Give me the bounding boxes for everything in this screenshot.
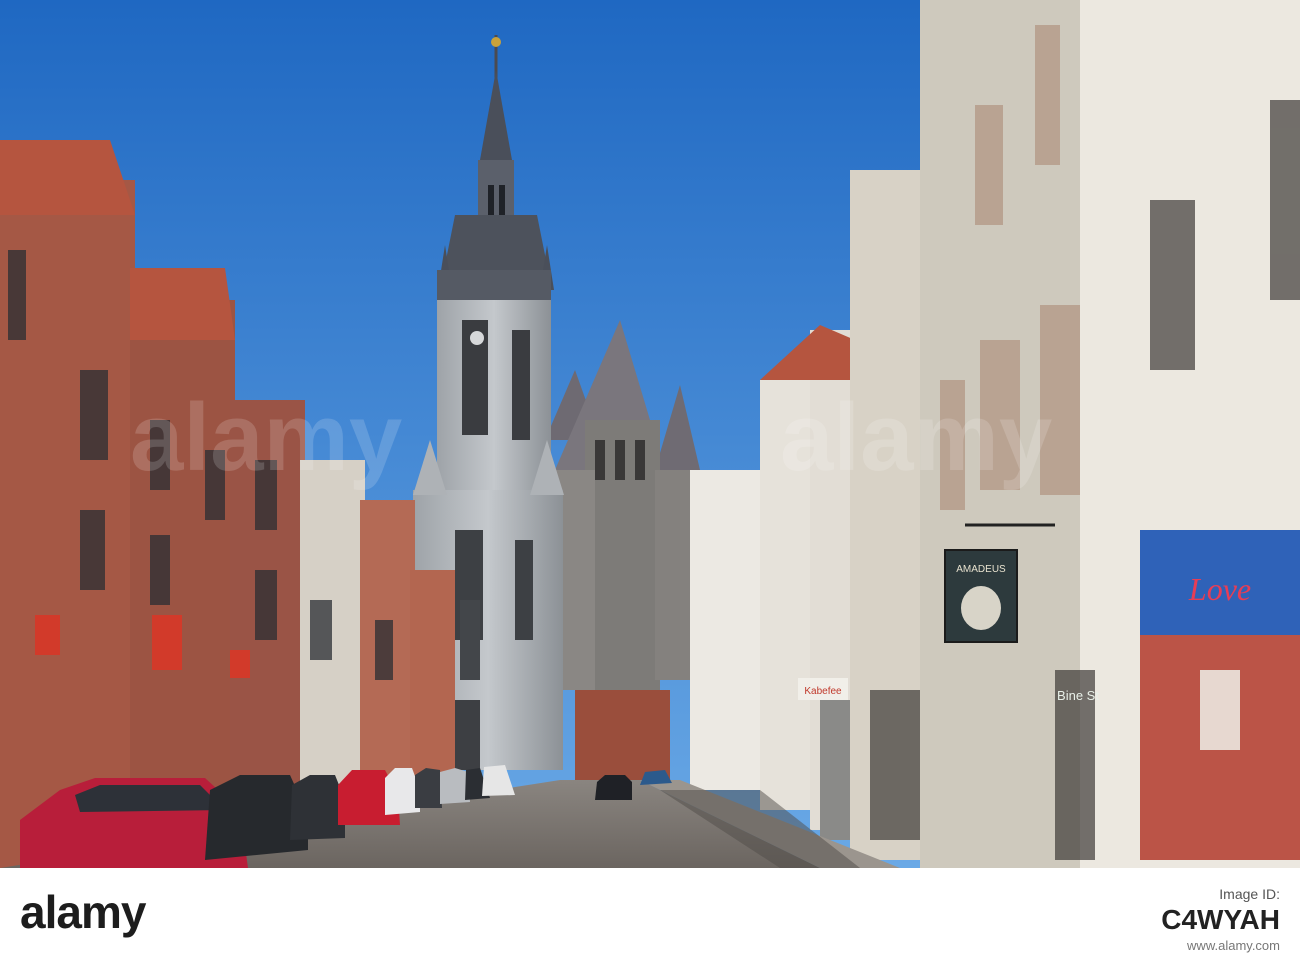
hanging-shop-sign-text: AMADEUS (956, 564, 1006, 575)
post-sign (152, 615, 182, 670)
brand-text: alamy (20, 886, 147, 938)
alamy-logo: alamy (20, 886, 148, 938)
shop-window-text: Bine St (1057, 688, 1099, 703)
post-sign (230, 650, 250, 678)
site-url[interactable]: www.alamy.com (1040, 938, 1280, 953)
footer-bar: alamy Image ID: C4WYAH www.alamy.com (0, 868, 1300, 957)
post-sign (35, 615, 60, 655)
watermark-text: alamy (130, 384, 402, 491)
watermark-text: alamy (780, 384, 1052, 491)
background-building (575, 690, 670, 780)
photo-scene: Love AMADEUS Kabefee Bine St alamy alamy (0, 0, 1300, 868)
image-id-label: Image ID: (1219, 886, 1280, 902)
shop-banner-text: Love (1188, 571, 1251, 607)
image-id: C4WYAH (1161, 904, 1280, 935)
car-black (290, 775, 345, 840)
car-dark (415, 768, 442, 808)
store-sign-text: Kabefee (804, 686, 842, 697)
